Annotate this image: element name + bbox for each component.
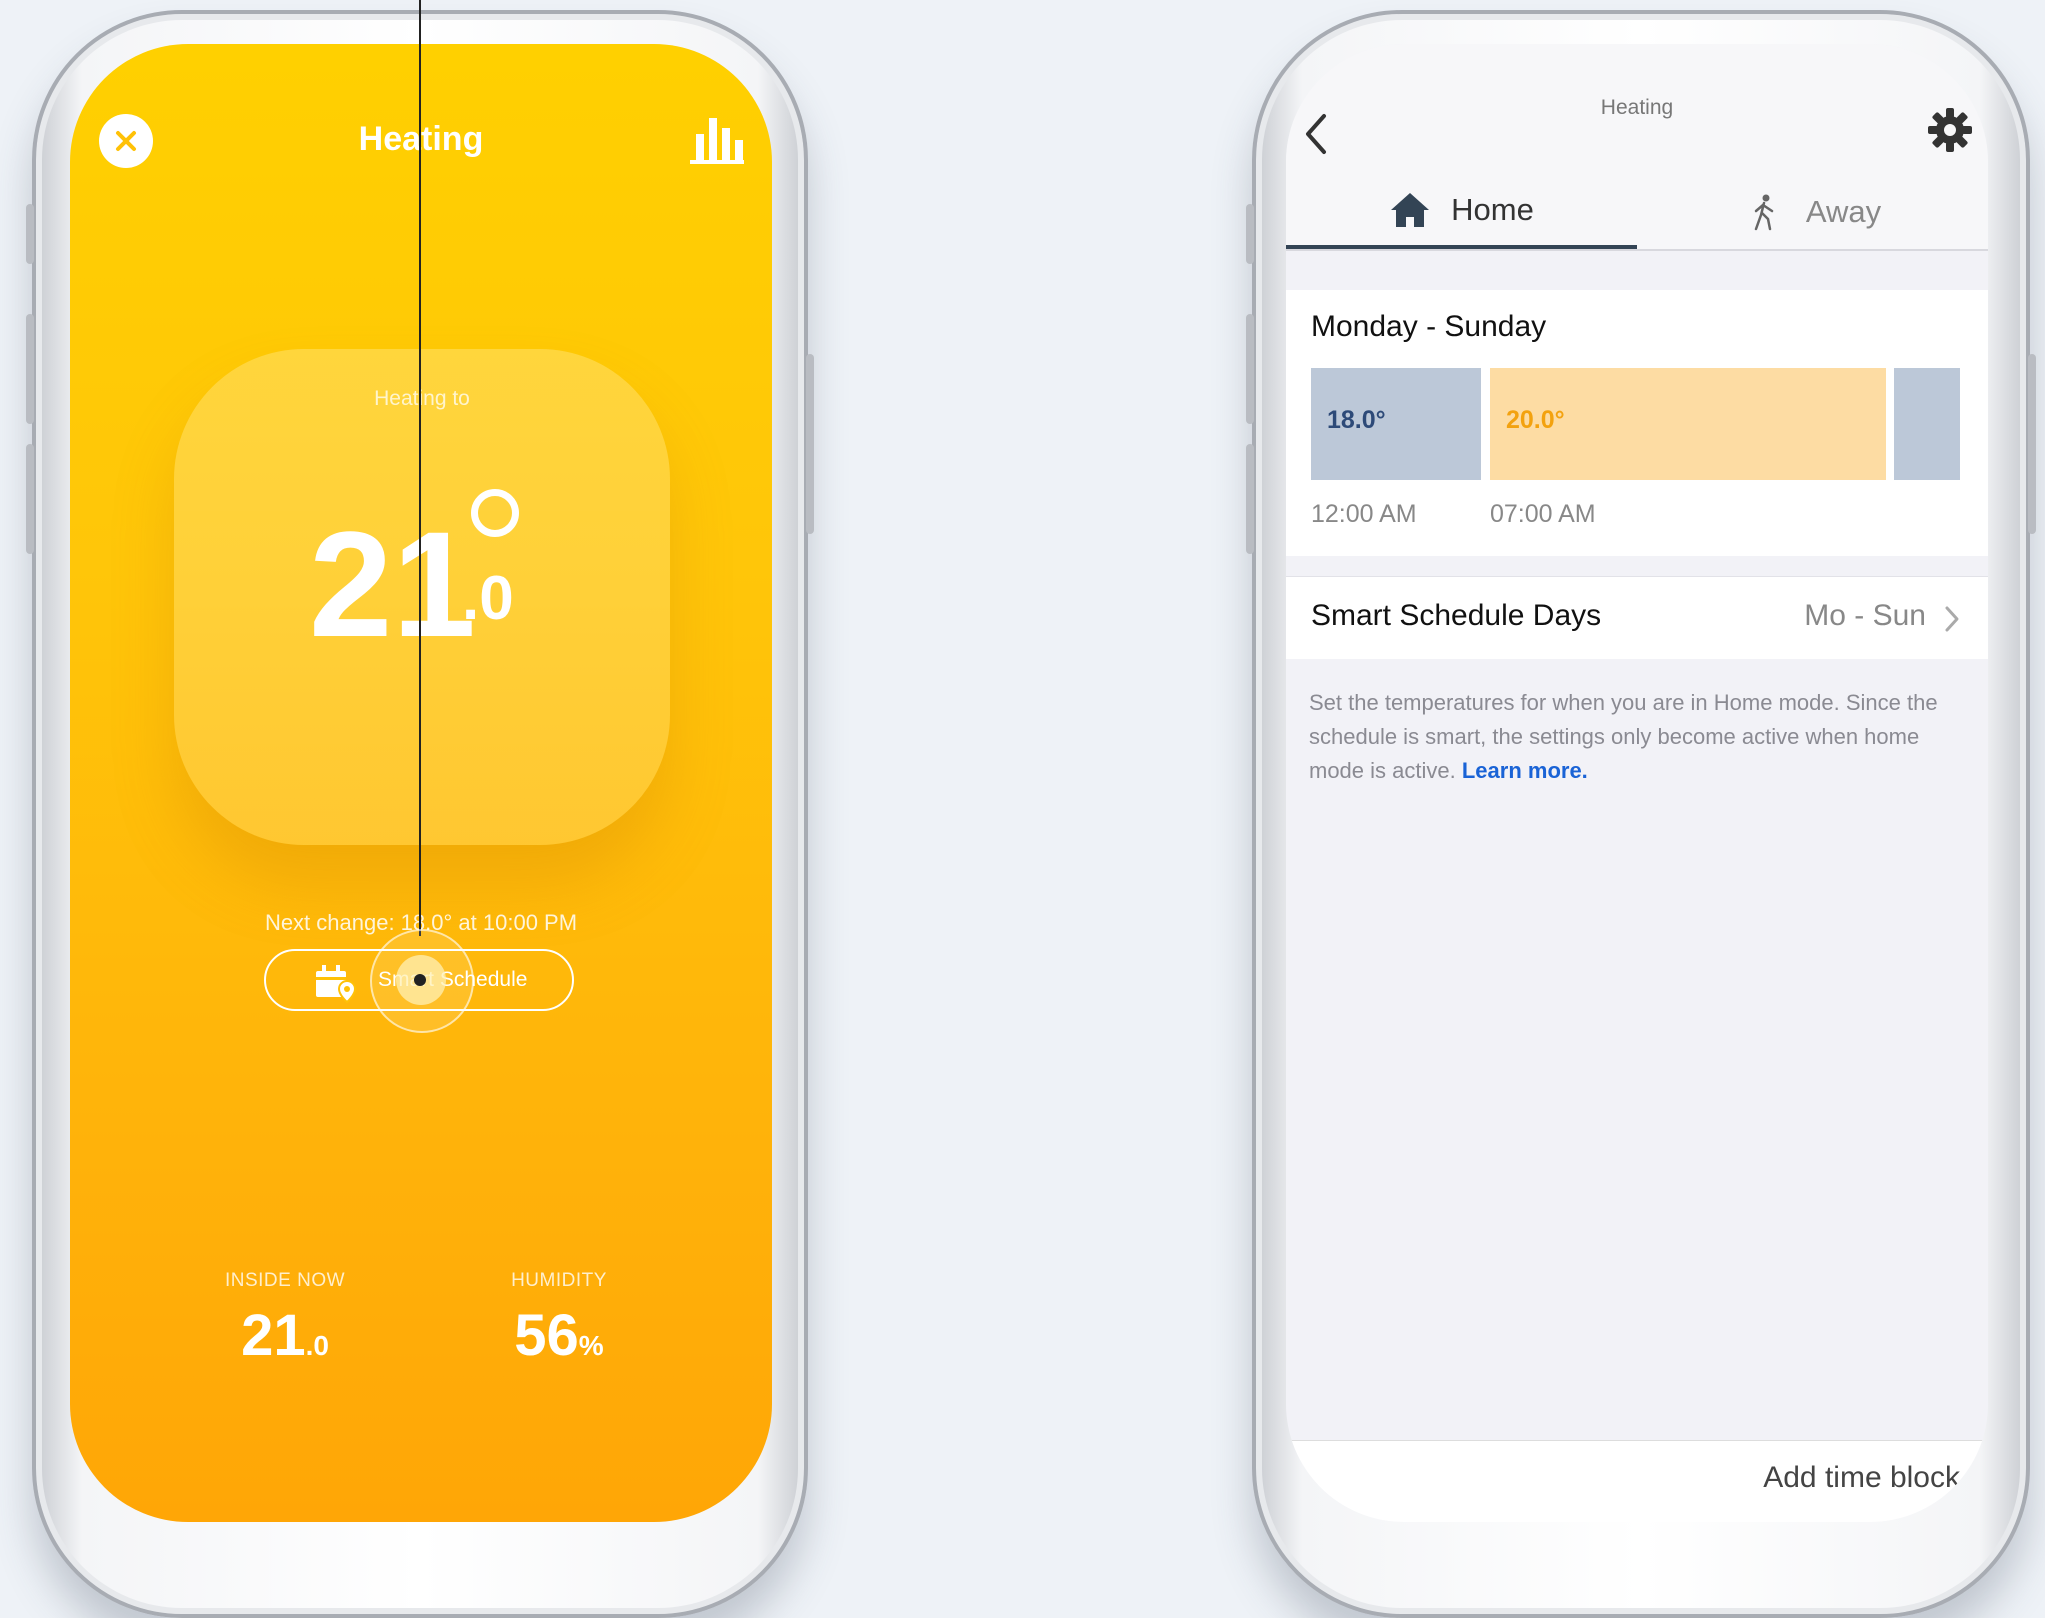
tap-indicator-line bbox=[419, 0, 421, 936]
heating-screen: Heating Heating to 21 .0 Next change: 18… bbox=[70, 44, 772, 1522]
inside-now-decimal: .0 bbox=[305, 1330, 329, 1361]
tab-home[interactable]: Home bbox=[1286, 174, 1637, 249]
tab-away[interactable]: Away bbox=[1637, 174, 1988, 249]
schedule-screen: Heating Home Away Monday - Sunday 18.0° … bbox=[1286, 44, 1988, 1522]
humidity-label: HUMIDITY bbox=[511, 1270, 607, 1291]
humidity-unit: % bbox=[578, 1330, 604, 1361]
target-temperature: 21 bbox=[309, 500, 476, 668]
time-block-temp: 18.0° bbox=[1327, 406, 1386, 434]
volume-up-button bbox=[26, 314, 34, 424]
description-text: Set the temperatures for when you are in… bbox=[1309, 690, 1938, 783]
heating-to-label: Heating to bbox=[374, 387, 470, 410]
mute-switch bbox=[26, 204, 34, 264]
time-block-temp: 20.0° bbox=[1506, 406, 1565, 434]
time-block[interactable] bbox=[1894, 368, 1960, 480]
mode-description: Set the temperatures for when you are in… bbox=[1309, 686, 1959, 788]
smart-schedule-days-row[interactable]: Smart Schedule Days Mo - Sun bbox=[1286, 576, 1988, 659]
target-temperature-decimal: .0 bbox=[462, 564, 514, 633]
volume-up-button bbox=[1246, 314, 1254, 424]
header: Heating Home Away bbox=[1286, 44, 1988, 251]
humidity-value: 56% bbox=[514, 1302, 603, 1369]
schedule-card: Monday - Sunday 18.0° 20.0° 12:00 AM 07:… bbox=[1286, 290, 1988, 556]
power-button bbox=[806, 354, 814, 534]
inside-now-stat: INSIDE NOW 21.0 bbox=[170, 1270, 400, 1369]
time-block-start: 07:00 AM bbox=[1490, 500, 1596, 528]
page-title: Heating bbox=[1600, 96, 1674, 119]
tap-indicator-center bbox=[414, 974, 426, 986]
gear-icon[interactable] bbox=[1926, 106, 1974, 154]
inside-now-label: INSIDE NOW bbox=[224, 1270, 346, 1291]
page-title: Heating bbox=[358, 120, 484, 158]
header: Heating bbox=[70, 44, 772, 224]
time-block[interactable]: 18.0° bbox=[1311, 368, 1481, 480]
smart-schedule-days-label: Smart Schedule Days bbox=[1311, 599, 1602, 632]
walking-person-icon bbox=[1754, 194, 1774, 230]
volume-down-button bbox=[1246, 444, 1254, 554]
power-button bbox=[2028, 354, 2036, 534]
humidity-stat: HUMIDITY 56% bbox=[444, 1270, 674, 1369]
inside-now-value: 21.0 bbox=[241, 1302, 329, 1369]
tab-home-label: Home bbox=[1451, 191, 1534, 227]
home-icon bbox=[1391, 192, 1430, 227]
add-time-block-button[interactable]: Add time block bbox=[1763, 1461, 1960, 1495]
bottom-bar: Add time block bbox=[1286, 1440, 1988, 1522]
mode-tabs: Home Away bbox=[1286, 174, 1988, 251]
time-block-start: 12:00 AM bbox=[1311, 500, 1417, 528]
learn-more-link[interactable]: Learn more. bbox=[1462, 758, 1588, 783]
time-block[interactable]: 20.0° bbox=[1490, 368, 1886, 480]
tab-away-label: Away bbox=[1805, 193, 1882, 229]
smart-schedule-days-value: Mo - Sun bbox=[1804, 599, 1926, 632]
humidity-integer: 56 bbox=[514, 1303, 579, 1368]
calendar-location-icon bbox=[316, 965, 357, 1003]
mute-switch bbox=[1246, 204, 1254, 264]
schedule-days-title: Monday - Sunday bbox=[1311, 310, 1547, 343]
target-temperature-card[interactable]: Heating to 21 .0 bbox=[174, 349, 670, 845]
chevron-right-icon bbox=[1945, 606, 1959, 632]
degree-symbol bbox=[471, 489, 519, 537]
inside-now-integer: 21 bbox=[241, 1303, 306, 1368]
volume-down-button bbox=[26, 444, 34, 554]
stats-icon[interactable] bbox=[690, 112, 744, 166]
